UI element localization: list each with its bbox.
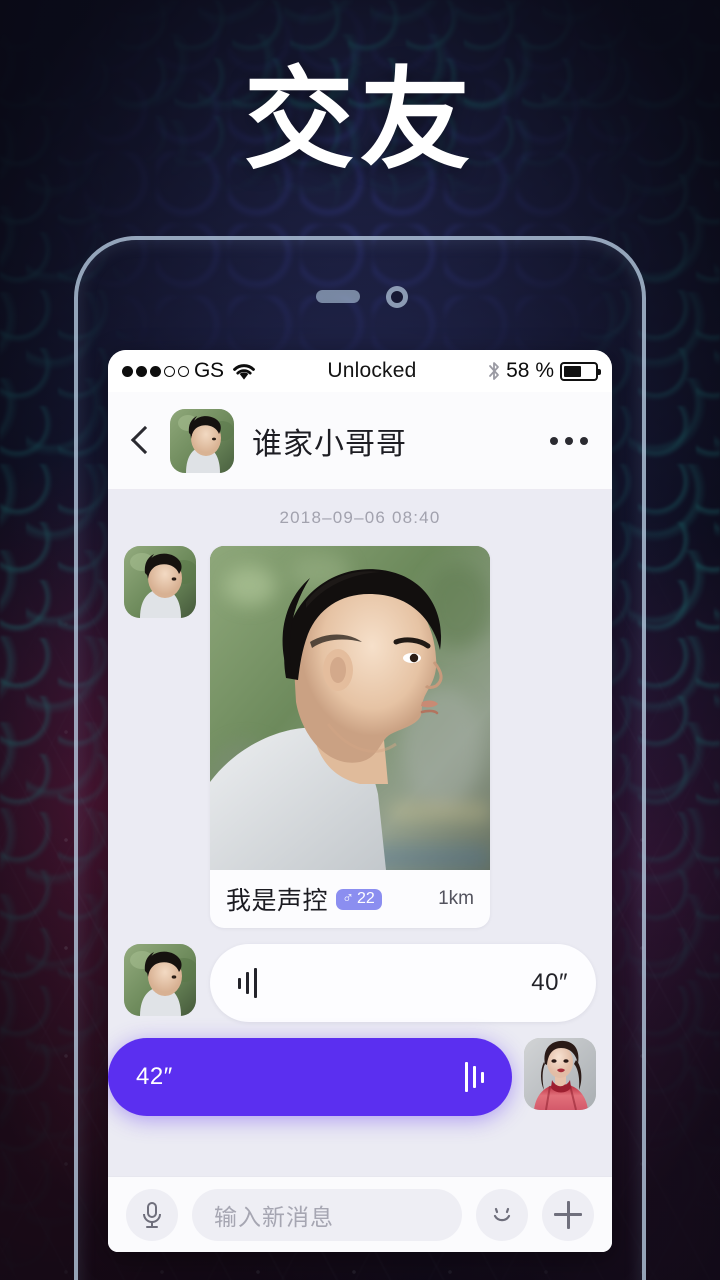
sound-wave-icon — [465, 1062, 484, 1092]
phone-speaker-icon — [316, 290, 360, 303]
message-avatar[interactable] — [124, 546, 196, 618]
status-bar: GS Unlocked 58 % — [108, 350, 612, 392]
signal-strength-icon — [122, 365, 189, 377]
voice-duration-label: 42″ — [136, 1063, 173, 1090]
phone-camera-icon — [386, 286, 408, 308]
phone-screen: GS Unlocked 58 % 谁家小哥哥 2018–09–06 08:40 … — [108, 350, 612, 1252]
contact-name: 谁家小哥哥 — [252, 427, 407, 461]
status-bar-left: GS — [122, 359, 257, 383]
message-row-voice-out: 42″ — [108, 1038, 612, 1116]
date-separator: 2018–09–06 08:40 — [279, 508, 441, 527]
chat-header: 谁家小哥哥 — [108, 392, 612, 490]
header-avatar[interactable] — [170, 408, 234, 473]
message-avatar[interactable] — [124, 944, 196, 1016]
message-row-photo: 我是声控 ♂ 22 1km — [108, 546, 612, 928]
message-photo[interactable] — [210, 546, 490, 870]
gender-age-badge: ♂ 22 — [336, 888, 382, 910]
message-input-bar: 输入新消息 — [108, 1176, 612, 1252]
message-list: 2018–09–06 08:40 我是声控 ♂ 22 1km 40″ 42″ — [108, 490, 612, 1176]
page-title: 交友 — [244, 59, 476, 182]
battery-percent-label: 58 % — [506, 359, 554, 382]
bluetooth-icon — [489, 362, 500, 380]
distance-label: 1km — [438, 888, 474, 909]
microphone-icon — [143, 1201, 161, 1228]
photo-card-meta: 我是声控 ♂ 22 1km — [210, 870, 490, 928]
carrier-label: GS — [194, 359, 224, 382]
voice-message-outgoing[interactable]: 42″ — [108, 1038, 512, 1116]
more-options-button[interactable] — [550, 436, 588, 445]
lock-status-label: Unlocked — [327, 359, 417, 382]
add-attachment-button[interactable] — [542, 1188, 594, 1241]
back-button[interactable] — [126, 424, 156, 458]
sound-wave-icon — [238, 968, 257, 998]
smiley-icon — [493, 1207, 511, 1221]
battery-icon — [560, 361, 601, 381]
voice-message-incoming[interactable]: 40″ — [210, 944, 596, 1022]
message-row-voice-in: 40″ — [108, 944, 612, 1022]
age-label: 22 — [357, 889, 375, 907]
status-bar-right: 58 % — [487, 359, 601, 383]
voice-record-button[interactable] — [126, 1188, 178, 1241]
message-text-input[interactable]: 输入新消息 — [192, 1188, 462, 1241]
message-input-placeholder: 输入新消息 — [214, 1203, 334, 1230]
voice-duration-label: 40″ — [531, 969, 568, 996]
self-avatar[interactable] — [524, 1038, 596, 1110]
emoji-button[interactable] — [476, 1188, 528, 1241]
photo-message-card[interactable]: 我是声控 ♂ 22 1km — [210, 546, 490, 928]
screenshot-stage: 交友 GS Unlocked 58 % 谁家小哥哥 2018–09–06 08:… — [0, 0, 720, 1280]
wifi-icon — [232, 364, 255, 380]
photo-card-title: 我是声控 — [226, 887, 329, 915]
male-symbol-icon: ♂ — [342, 889, 355, 907]
plus-icon — [554, 1200, 582, 1229]
